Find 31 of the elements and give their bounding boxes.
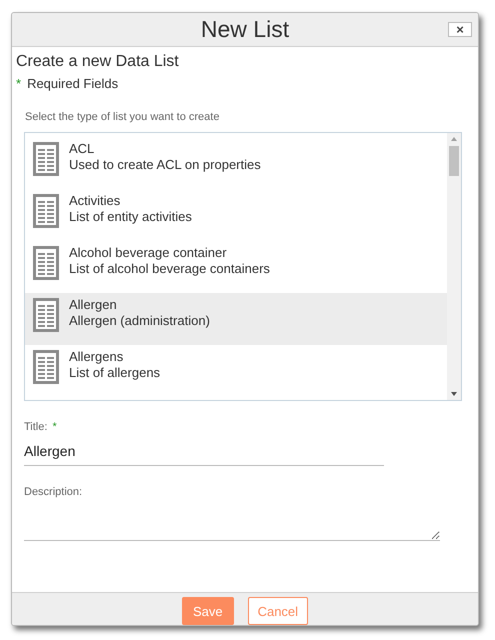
document-list-icon: [33, 142, 59, 176]
list-type-item[interactable]: Allergens List of allergens: [25, 345, 447, 397]
document-list-icon: [33, 246, 59, 280]
list-type-description: List of allergens: [69, 365, 160, 381]
required-mark: *: [52, 421, 57, 433]
field-label: Description:: [24, 486, 82, 498]
list-type-item[interactable]: Alcohol beverage container List of alcohol beverage containers: [25, 241, 447, 293]
form-heading: Create a new Data List: [16, 53, 180, 71]
document-list-icon: [33, 194, 59, 228]
list-type-description: List of alcohol beverage containers: [69, 261, 270, 277]
list-type-description: Used to create ACL on properties: [69, 157, 261, 173]
list-type-item[interactable]: ACL Used to create ACL on properties: [25, 137, 447, 189]
list-type-description: Allergen (administration): [69, 313, 210, 329]
list-type-item[interactable]: Allergen Allergen (administration): [25, 293, 447, 345]
dialog-title: New List: [200, 16, 290, 43]
close-button[interactable]: ×: [448, 22, 472, 37]
list-type-name: ACL: [69, 141, 96, 157]
field-label: Title:: [24, 421, 48, 433]
required-note: Required Fields: [27, 76, 118, 91]
list-type-name: Allergens: [69, 349, 124, 365]
document-list-icon: [33, 298, 59, 332]
list-type-item[interactable]: Activities List of entity activities: [25, 189, 447, 241]
list-type-name: Alcohol beverage container: [69, 245, 228, 261]
list-type-description: List of entity activities: [69, 209, 192, 225]
scrollbar[interactable]: [447, 133, 461, 400]
scroll-thumb[interactable]: [449, 146, 459, 176]
list-type-name: Allergen: [69, 297, 118, 313]
list-prompt: Select the type of list you want to create: [25, 111, 220, 123]
required-mark: *: [16, 76, 22, 91]
list-type-name: Activities: [69, 193, 122, 209]
document-list-icon: [33, 350, 59, 384]
